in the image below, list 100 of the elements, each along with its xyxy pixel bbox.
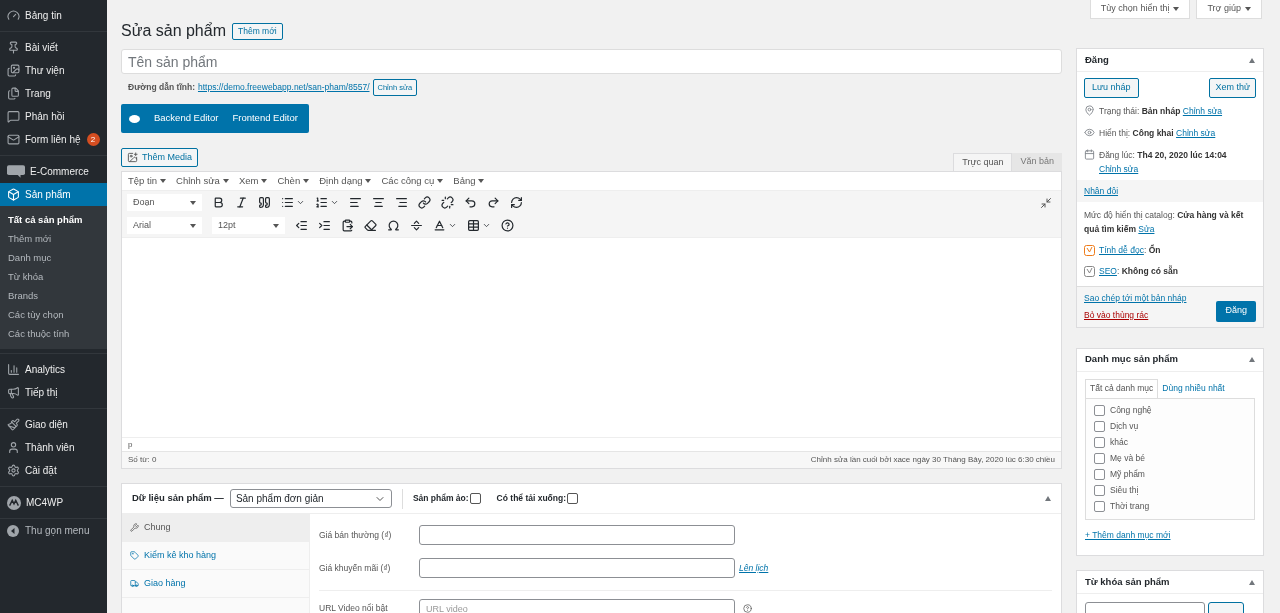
product-data-tab[interactable]: Kiểm kê kho hàng: [122, 542, 309, 570]
editor-mode-button[interactable]: Frontend Editor: [232, 111, 298, 126]
collapse-arrow-icon[interactable]: [1045, 496, 1051, 501]
submenu-item[interactable]: Tất cả sản phẩm: [0, 211, 107, 230]
copy-draft-link[interactable]: Sao chép tới một bản nháp: [1084, 292, 1187, 305]
sidebar-item[interactable]: Thư viện: [0, 59, 107, 82]
table-icon[interactable]: [467, 219, 480, 232]
text-color-icon[interactable]: [433, 219, 446, 232]
edit-link[interactable]: Chỉnh sửa: [1176, 128, 1216, 138]
undo-icon[interactable]: [464, 196, 477, 209]
sidebar-item[interactable]: Thành viên: [0, 436, 107, 459]
align-center-icon[interactable]: [372, 196, 385, 209]
edit-link[interactable]: Chỉnh sửa: [1099, 164, 1139, 174]
preview-button[interactable]: Xem thử: [1209, 78, 1256, 98]
submenu-item[interactable]: Từ khóa: [0, 268, 107, 287]
checkbox[interactable]: [1094, 405, 1105, 416]
submenu-item[interactable]: Các tùy chọn: [0, 306, 107, 325]
score-link[interactable]: Tính dễ đọc: [1099, 245, 1144, 255]
screen-meta-tab[interactable]: Tùy chọn hiển thị: [1089, 0, 1191, 19]
editor-menu[interactable]: Chèn: [277, 173, 310, 189]
title-field[interactable]: Tên sản phẩm: [121, 49, 1062, 74]
submenu-item[interactable]: Brands: [0, 287, 107, 306]
collapse-menu-button[interactable]: Thu gọn menu: [0, 519, 107, 542]
editor-menu[interactable]: Tệp tin: [128, 173, 167, 189]
indent-icon[interactable]: [318, 219, 331, 232]
editor-tab[interactable]: Văn bản: [1012, 153, 1062, 171]
align-left-icon[interactable]: [349, 196, 362, 209]
category-tab[interactable]: Tất cả danh mục: [1085, 378, 1159, 398]
caret-icon[interactable]: [296, 198, 305, 207]
checkbox[interactable]: [1094, 469, 1105, 480]
editor-menu[interactable]: Các công cụ: [381, 173, 444, 189]
schedule-link[interactable]: Lên lịch: [739, 561, 769, 575]
checkbox[interactable]: [1094, 421, 1105, 432]
sidebar-item[interactable]: Phản hồi: [0, 105, 107, 128]
screen-meta-tab[interactable]: Trợ giúp: [1196, 0, 1262, 19]
editor-tab[interactable]: Trực quan: [953, 153, 1013, 171]
editor-menu[interactable]: Định dạng: [319, 173, 372, 189]
product-data-tab[interactable]: Giao hàng: [122, 570, 309, 598]
publish-button[interactable]: Đăng: [1216, 300, 1256, 322]
sidebar-item[interactable]: MC4WP: [0, 491, 107, 514]
sidebar-item[interactable]: Tiếp thị: [0, 381, 107, 404]
help-icon[interactable]: [501, 219, 514, 232]
checkbox[interactable]: [1094, 501, 1105, 512]
caret-icon[interactable]: [448, 221, 457, 230]
numbered-list-icon[interactable]: [315, 196, 328, 209]
permalink-url[interactable]: https://demo.freewebapp.net/san-pham/8557/: [197, 81, 370, 94]
eraser-icon[interactable]: [364, 219, 377, 232]
edit-link[interactable]: Chỉnh sửa: [1182, 106, 1223, 116]
editor-menu[interactable]: Chỉnh sửa: [176, 173, 229, 189]
add-category-link[interactable]: + Thêm danh mục mới: [1085, 528, 1255, 542]
add-new-button[interactable]: Thêm mới: [232, 22, 283, 40]
redo-icon[interactable]: [487, 196, 500, 209]
editor-menu[interactable]: Bảng: [453, 173, 485, 189]
quote-icon[interactable]: [258, 196, 271, 209]
category-tab[interactable]: Dùng nhiều nhất: [1158, 378, 1229, 398]
sidebar-item[interactable]: E-Commerce: [0, 160, 107, 183]
collapse-arrow-icon[interactable]: [1249, 357, 1255, 362]
collapse-arrow-icon[interactable]: [1249, 57, 1255, 63]
collapse-arrow-icon[interactable]: [1249, 579, 1255, 585]
sidebar-item[interactable]: Giao diện: [0, 413, 107, 436]
fullscreen-icon[interactable]: [1040, 196, 1052, 209]
trash-link[interactable]: Bỏ vào thùng rác: [1084, 308, 1187, 322]
sidebar-item[interactable]: Trang: [0, 82, 107, 105]
bullet-list-icon[interactable]: [281, 196, 294, 209]
price-field[interactable]: [419, 525, 735, 545]
editor-menu[interactable]: Xem: [238, 173, 268, 189]
omega-icon[interactable]: [387, 219, 400, 232]
product-type-select[interactable]: Sản phẩm đơn giản: [229, 489, 392, 508]
bold-icon[interactable]: [212, 196, 225, 209]
italic-icon[interactable]: [235, 196, 248, 209]
paste-icon[interactable]: [341, 219, 354, 232]
submenu-item[interactable]: Các thuộc tính: [0, 325, 107, 344]
caret-icon[interactable]: [330, 198, 339, 207]
score-link[interactable]: SEO: [1099, 266, 1117, 276]
format-select[interactable]: Đoạn: [127, 194, 202, 211]
duplicate-link[interactable]: Nhân đôi: [1084, 184, 1119, 198]
submenu-item[interactable]: Danh mục: [0, 249, 107, 268]
font-select[interactable]: Arial: [127, 217, 202, 234]
font-size-select[interactable]: 12pt: [212, 217, 285, 234]
link-icon[interactable]: [418, 196, 431, 209]
unlink-icon[interactable]: [441, 196, 454, 209]
sidebar-item[interactable]: Cài đặt: [0, 459, 107, 482]
checkbox[interactable]: [567, 493, 579, 504]
sidebar-item[interactable]: Form liên hệ 2: [0, 128, 107, 151]
submenu-item[interactable]: Thêm mới: [0, 230, 107, 249]
edit-link[interactable]: Sửa: [1138, 224, 1155, 234]
sidebar-item[interactable]: Bài viết: [0, 36, 107, 59]
checkbox[interactable]: [1094, 485, 1105, 496]
sidebar-item[interactable]: Sản phẩm: [0, 183, 107, 206]
checkbox[interactable]: [1094, 453, 1105, 464]
refresh-icon[interactable]: [510, 196, 523, 209]
align-right-icon[interactable]: [395, 196, 408, 209]
price-field[interactable]: [419, 558, 735, 578]
save-draft-button[interactable]: Lưu nháp: [1084, 78, 1139, 98]
sidebar-item[interactable]: Analytics: [0, 358, 107, 381]
sidebar-item[interactable]: Bảng tin: [0, 4, 107, 27]
checkbox[interactable]: [1094, 437, 1105, 448]
checkbox[interactable]: [469, 493, 481, 504]
caret-icon[interactable]: [482, 221, 491, 230]
price-field[interactable]: URL video: [419, 598, 735, 613]
